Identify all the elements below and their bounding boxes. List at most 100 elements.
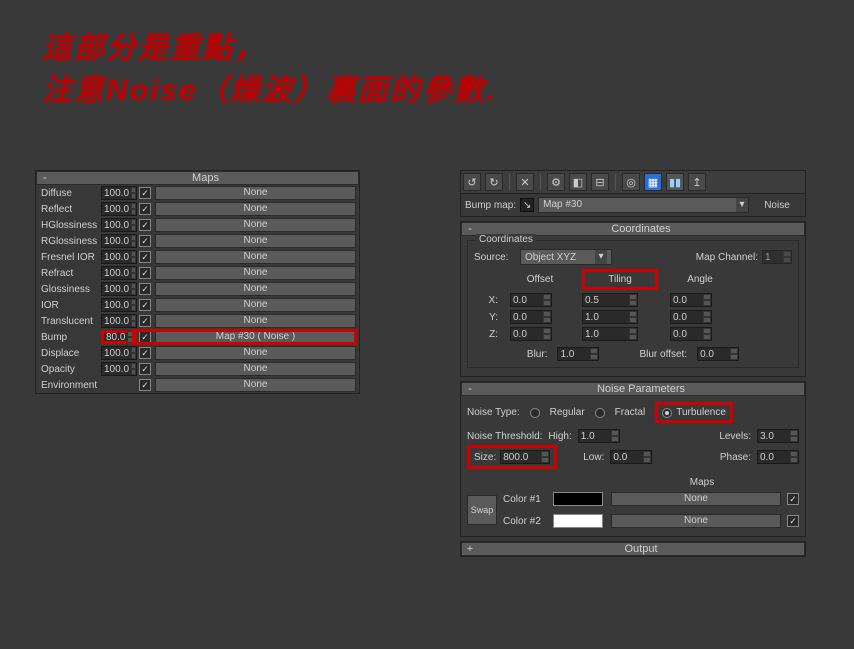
color1-map-slot[interactable]: None	[611, 492, 781, 506]
blur-spinner[interactable]: 1.0	[557, 347, 599, 361]
annotation-text: 這部分是重點， 注意Noise（燥波）裏面的參數.	[42, 28, 496, 112]
eyedropper-icon[interactable]: ↘	[520, 198, 534, 212]
maps-column-label: Maps	[623, 477, 781, 488]
map-slot-button[interactable]: None	[155, 250, 356, 264]
go-parent-icon[interactable]: ↥	[688, 173, 706, 191]
map-slot-button[interactable]: Map #30 ( Noise )	[155, 330, 356, 344]
high-spinner[interactable]: 1.0	[578, 429, 620, 443]
color2-map-slot[interactable]: None	[611, 514, 781, 528]
enable-checkbox[interactable]: ✓	[139, 267, 151, 279]
amount-spinner[interactable]: 100.0	[101, 362, 137, 376]
regular-radio[interactable]	[530, 408, 540, 418]
show-map-icon[interactable]: ▦	[644, 173, 662, 191]
view-split-icon[interactable]: ▮▮	[666, 173, 684, 191]
y-angle-spinner[interactable]: 0.0	[670, 310, 712, 324]
swap-button[interactable]: Swap	[467, 495, 497, 525]
enable-checkbox[interactable]: ✓	[139, 219, 151, 231]
amount-spinner[interactable]: 100.0	[101, 346, 137, 360]
color2-map-enable-checkbox[interactable]: ✓	[787, 515, 799, 527]
enable-checkbox[interactable]: ✓	[139, 299, 151, 311]
map-slot-button[interactable]: None	[155, 234, 356, 248]
delete-icon[interactable]: ✕	[516, 173, 534, 191]
slot-icon[interactable]: ◧	[569, 173, 587, 191]
map-slot-button[interactable]: None	[155, 202, 356, 216]
enable-checkbox[interactable]: ✓	[139, 187, 151, 199]
fractal-label: Fractal	[615, 407, 646, 418]
offset-header: Offset	[510, 274, 570, 285]
map-slot-button[interactable]: None	[155, 186, 356, 200]
amount-spinner[interactable]: 100.0	[101, 218, 137, 232]
amount-spinner[interactable]: 100.0	[101, 314, 137, 328]
output-title: Output	[478, 543, 804, 555]
annotation-line-1: 這部分是重點，	[42, 28, 496, 70]
phase-spinner[interactable]: 0.0	[757, 450, 799, 464]
map-row-refract: Refract100.0✓None	[36, 265, 359, 281]
enable-checkbox[interactable]: ✓	[139, 283, 151, 295]
amount-spinner[interactable]: 100.0	[101, 186, 137, 200]
map-slot-button[interactable]: None	[155, 266, 356, 280]
map-row-rglossiness: RGlossiness100.0✓ None	[36, 233, 359, 249]
pin-icon[interactable]: ⊟	[591, 173, 609, 191]
map-channel-spinner[interactable]: 1	[762, 250, 792, 264]
color2-swatch[interactable]	[553, 514, 603, 528]
pick-parent-icon[interactable]: ↺	[463, 173, 481, 191]
amount-spinner[interactable]: 80.0	[101, 330, 137, 344]
map-label: Bump	[39, 332, 99, 343]
forward-icon[interactable]: ↻	[485, 173, 503, 191]
map-slot-button[interactable]: None	[155, 362, 356, 376]
x-angle-spinner[interactable]: 0.0	[670, 293, 712, 307]
x-offset-spinner[interactable]: 0.0	[510, 293, 552, 307]
maps-rollout-panel: - Maps Diffuse100.0✓NoneReflect100.0✓Non…	[35, 170, 360, 394]
enable-checkbox[interactable]: ✓	[139, 379, 151, 391]
enable-checkbox[interactable]: ✓	[139, 347, 151, 359]
map-slot-button[interactable]: None	[155, 346, 356, 360]
amount-spinner[interactable]: 100.0	[101, 250, 137, 264]
z-angle-spinner[interactable]: 0.0	[670, 327, 712, 341]
noise-parameters-header[interactable]: - Noise Parameters	[461, 382, 805, 396]
color1-map-enable-checkbox[interactable]: ✓	[787, 493, 799, 505]
bump-map-row: Bump map: ↘ Map #30 ▾ Noise	[460, 194, 806, 217]
map-label: RGlossiness	[39, 236, 99, 247]
amount-spinner[interactable]: 100.0	[101, 282, 137, 296]
levels-spinner[interactable]: 3.0	[757, 429, 799, 443]
map-name-field[interactable]: Map #30 ▾	[538, 197, 749, 213]
amount-spinner[interactable]: 100.0	[101, 266, 137, 280]
amount-spinner[interactable]: 100.0	[101, 298, 137, 312]
enable-checkbox[interactable]: ✓	[139, 331, 151, 343]
y-tiling-spinner[interactable]: 1.0	[582, 310, 638, 324]
output-header[interactable]: + Output	[461, 542, 805, 556]
blur-offset-label: Blur offset:	[639, 349, 687, 360]
map-row-bump: Bump80.0✓ Map #30 ( Noise )	[36, 329, 359, 345]
enable-checkbox[interactable]: ✓	[139, 235, 151, 247]
options-icon[interactable]: ⚙	[547, 173, 565, 191]
enable-checkbox[interactable]: ✓	[139, 203, 151, 215]
turbulence-radio[interactable]	[662, 408, 672, 418]
y-label: Y:	[474, 312, 498, 323]
maps-rollout-header[interactable]: - Maps	[36, 171, 359, 185]
enable-checkbox[interactable]: ✓	[139, 363, 151, 375]
map-slot-button[interactable]: None	[155, 314, 356, 328]
noise-threshold-label: Noise Threshold:	[467, 431, 542, 442]
map-slot-button[interactable]: None	[155, 282, 356, 296]
link-icon[interactable]: ◎	[622, 173, 640, 191]
blur-offset-spinner[interactable]: 0.0	[697, 347, 739, 361]
size-spinner[interactable]: 800.0	[500, 450, 550, 464]
y-offset-spinner[interactable]: 0.0	[510, 310, 552, 324]
map-label: Reflect	[39, 204, 99, 215]
amount-spinner[interactable]: 100.0	[101, 202, 137, 216]
amount-spinner[interactable]: 100.0	[101, 234, 137, 248]
map-slot-button[interactable]: None	[155, 378, 356, 392]
x-tiling-spinner[interactable]: 0.5	[582, 293, 638, 307]
map-row-glossiness: Glossiness100.0✓None	[36, 281, 359, 297]
z-label: Z:	[474, 329, 498, 340]
low-spinner[interactable]: 0.0	[610, 450, 652, 464]
color1-swatch[interactable]	[553, 492, 603, 506]
fractal-radio[interactable]	[595, 408, 605, 418]
z-offset-spinner[interactable]: 0.0	[510, 327, 552, 341]
enable-checkbox[interactable]: ✓	[139, 315, 151, 327]
map-slot-button[interactable]: None	[155, 298, 356, 312]
source-dropdown[interactable]: Object XYZ ▾	[520, 249, 612, 265]
z-tiling-spinner[interactable]: 1.0	[582, 327, 638, 341]
enable-checkbox[interactable]: ✓	[139, 251, 151, 263]
map-slot-button[interactable]: None	[155, 218, 356, 232]
